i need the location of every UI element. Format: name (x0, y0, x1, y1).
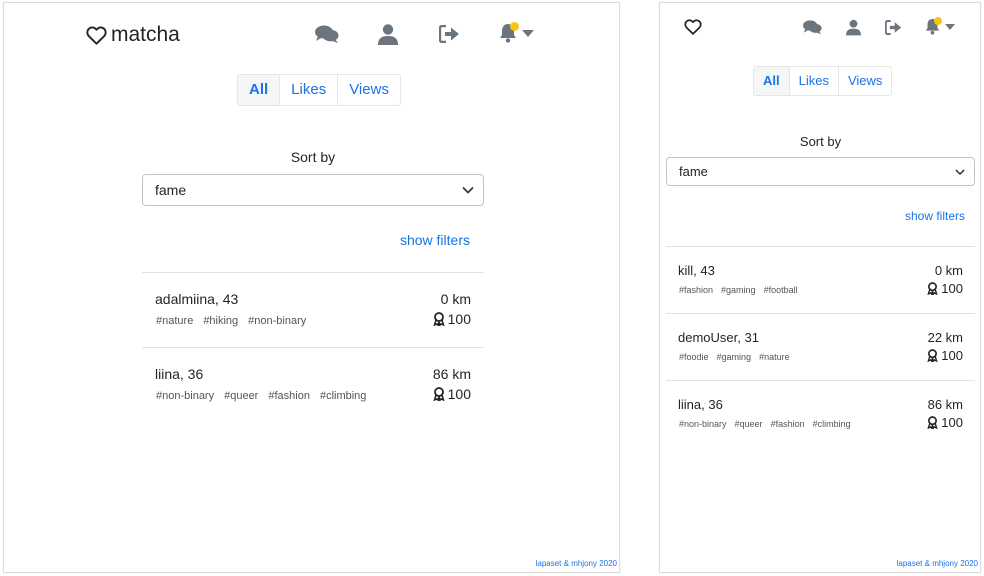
results-list: adalmiina, 43 #nature #hiking #non-binar… (142, 272, 484, 422)
user-name-age: liina, 36 (155, 366, 204, 382)
user-icon[interactable] (378, 24, 398, 45)
tag: #nature (759, 352, 790, 362)
sort-select-value: fame (155, 182, 187, 198)
list-item[interactable]: demoUser, 31 #foodie #gaming #nature 22 … (666, 313, 975, 380)
comments-icon[interactable] (315, 25, 339, 44)
list-item[interactable]: kill, 43 #fashion #gaming #football 0 km… (666, 246, 975, 313)
award-icon (433, 387, 445, 401)
user-name-age: demoUser, 31 (678, 330, 759, 345)
fame-rating: 100 (927, 348, 963, 363)
caret-down-icon (522, 29, 534, 37)
user-name-age: kill, 43 (678, 263, 715, 278)
desktop-view: matcha All Likes Views Sort by fame show (3, 2, 620, 573)
fame-rating: 100 (433, 386, 471, 402)
user-name-age: adalmiina, 43 (155, 291, 239, 307)
tag: #nature (156, 315, 194, 327)
tag-list: #non-binary #queer #fashion #climbing (156, 390, 366, 402)
notifications-menu[interactable] (499, 22, 534, 43)
tag: #non-binary (248, 315, 307, 327)
notification-dot (934, 17, 942, 25)
show-filters-link[interactable]: show filters (905, 209, 965, 223)
user-name-age: liina, 36 (678, 397, 723, 412)
notifications-menu[interactable] (925, 17, 955, 35)
distance: 0 km (440, 291, 471, 307)
distance: 22 km (927, 330, 963, 345)
tag: #queer (224, 390, 259, 402)
fame-rating: 100 (927, 281, 963, 296)
tag: #football (763, 285, 798, 295)
tag-list: #non-binary #queer #fashion #climbing (679, 419, 851, 429)
notification-dot (510, 22, 519, 31)
fame-value: 100 (447, 386, 471, 402)
tag: #non-binary (156, 390, 215, 402)
distance: 0 km (934, 263, 963, 278)
fame-rating: 100 (433, 311, 471, 327)
award-icon (927, 349, 938, 362)
tab-likes[interactable]: Likes (280, 75, 339, 105)
show-filters-link[interactable]: show filters (400, 232, 470, 248)
tag: #foodie (679, 352, 709, 362)
list-item[interactable]: adalmiina, 43 #nature #hiking #non-binar… (142, 272, 484, 347)
navbar: matcha (4, 3, 619, 65)
tag: #hiking (203, 315, 239, 327)
tag: #climbing (812, 419, 851, 429)
tab-bar: All Likes Views (753, 66, 893, 96)
heart-icon[interactable] (684, 19, 702, 35)
tag: #fashion (679, 285, 714, 295)
footer-credit[interactable]: lapaset & mhjony 2020 (536, 559, 617, 568)
results-list: kill, 43 #fashion #gaming #football 0 km… (666, 246, 975, 447)
fame-value: 100 (941, 348, 963, 363)
list-item[interactable]: liina, 36 #non-binary #queer #fashion #c… (666, 380, 975, 447)
tag: #gaming (716, 352, 752, 362)
distance: 86 km (927, 397, 963, 412)
tag-list: #fashion #gaming #football (679, 285, 798, 295)
user-icon[interactable] (846, 19, 861, 36)
chevron-down-icon (955, 168, 965, 175)
tag-list: #nature #hiking #non-binary (156, 315, 306, 327)
sort-select-value: fame (679, 164, 708, 179)
tag: #climbing (319, 390, 367, 402)
sign-out-icon[interactable] (439, 25, 460, 43)
brand-link[interactable]: matcha (86, 23, 180, 47)
tab-views[interactable]: Views (839, 67, 891, 95)
sort-select[interactable]: fame (142, 174, 484, 206)
tag: #fashion (268, 390, 310, 402)
chevron-down-icon (462, 186, 474, 194)
brand-name: matcha (111, 23, 180, 46)
fame-value: 100 (941, 281, 963, 296)
tab-all[interactable]: All (754, 67, 790, 95)
fame-value: 100 (447, 311, 471, 327)
navbar (660, 3, 980, 65)
mobile-view: All Likes Views Sort by fame show filter… (659, 2, 981, 573)
sort-label: Sort by (799, 134, 842, 149)
tag-list: #foodie #gaming #nature (679, 352, 790, 362)
award-icon (927, 282, 938, 295)
footer-credit[interactable]: lapaset & mhjony 2020 (897, 559, 978, 568)
sort-label: Sort by (290, 149, 336, 165)
award-icon (927, 416, 938, 429)
tab-views[interactable]: Views (338, 75, 400, 105)
award-icon (433, 312, 445, 326)
caret-down-icon (945, 23, 955, 30)
fame-value: 100 (941, 415, 963, 430)
tag: #fashion (770, 419, 805, 429)
tab-likes[interactable]: Likes (790, 67, 839, 95)
tag: #non-binary (679, 419, 727, 429)
sign-out-icon[interactable] (885, 20, 902, 35)
distance: 86 km (432, 366, 471, 382)
fame-rating: 100 (927, 415, 963, 430)
sort-select[interactable]: fame (666, 157, 975, 186)
tag: #queer (734, 419, 763, 429)
list-item[interactable]: liina, 36 #non-binary #queer #fashion #c… (142, 347, 484, 422)
heart-icon (86, 26, 107, 45)
tab-bar: All Likes Views (237, 74, 401, 106)
tab-all[interactable]: All (238, 75, 281, 105)
comments-icon[interactable] (803, 20, 822, 35)
tag: #gaming (721, 285, 756, 295)
